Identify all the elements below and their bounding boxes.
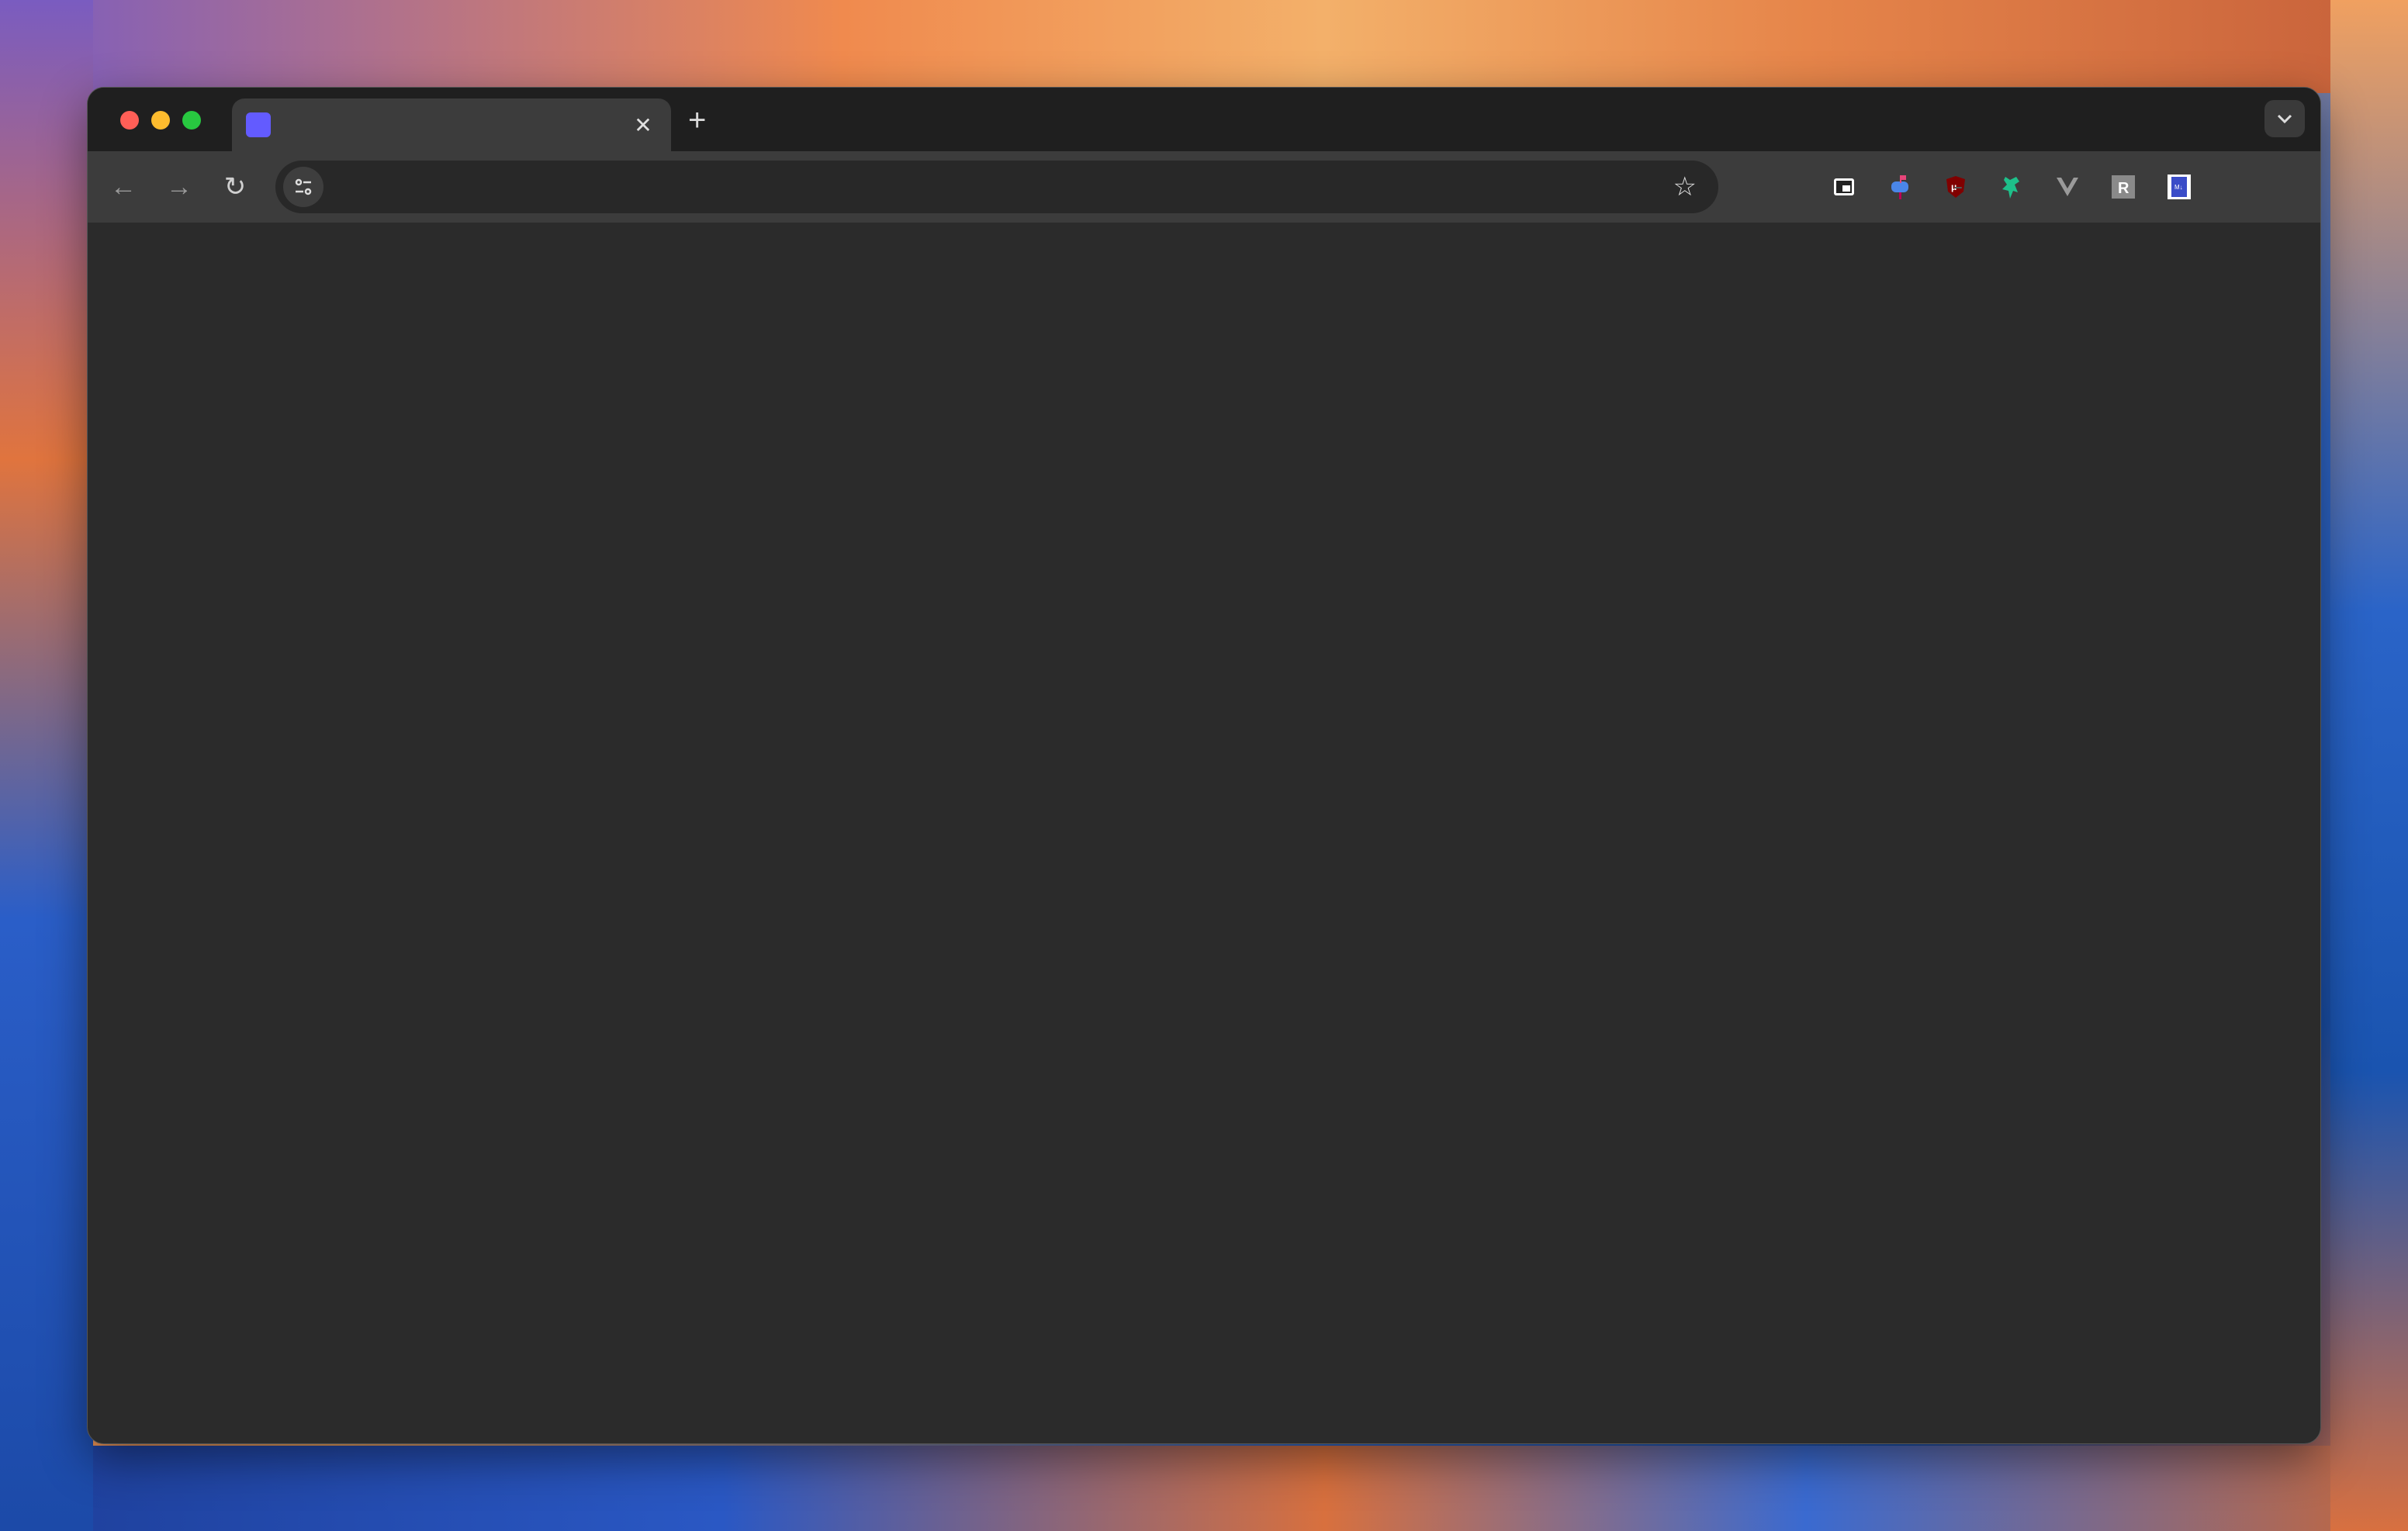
site-info-icon[interactable] [283,167,323,207]
vue-devtools-icon[interactable] [2050,170,2085,204]
r-extension-icon[interactable]: R [2106,170,2140,204]
tab-search-button[interactable] [2264,100,2305,137]
back-button[interactable]: ← [106,170,140,204]
browser-tab[interactable]: ✕ [232,98,671,151]
markdown-extension-icon[interactable]: M↓ [2162,170,2196,204]
reload-button[interactable]: ↻ [218,170,252,204]
mailbox-extension-icon[interactable] [1883,170,1917,204]
close-tab-icon[interactable]: ✕ [629,112,657,138]
extension-badge [1954,187,1962,188]
maximize-window-button[interactable] [182,111,201,130]
browser-toolbar: ← → ↻ ☆ μ R M↓ [88,151,2320,223]
svg-text:R: R [2118,180,2129,197]
svg-text:M↓: M↓ [2174,184,2183,191]
ublock-extension-icon[interactable]: μ [1939,170,1973,204]
new-tab-button[interactable]: + [688,105,706,136]
bookmark-star-icon[interactable]: ☆ [1673,171,1697,202]
address-bar[interactable]: ☆ [275,161,1718,213]
close-window-button[interactable] [120,111,139,130]
minimize-window-button[interactable] [151,111,170,130]
dino-extension-icon[interactable] [1995,170,2029,204]
stripe-favicon-icon [246,112,271,137]
browser-window: ✕ + ← → ↻ ☆ μ [87,87,2321,1444]
reading-mode-icon[interactable] [1827,170,1861,204]
tab-strip: ✕ + [88,88,2320,151]
forward-button[interactable]: → [162,170,196,204]
